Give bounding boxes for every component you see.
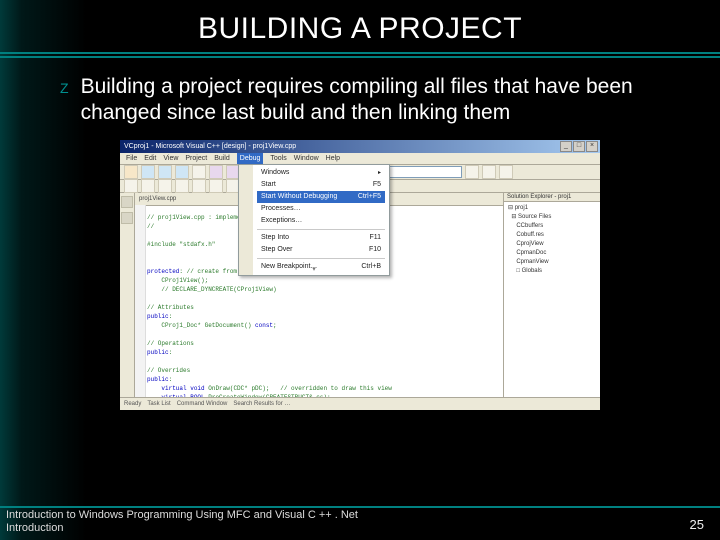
menu-debug[interactable]: Debug: [237, 153, 264, 164]
tool-icon-d[interactable]: [175, 179, 189, 193]
bullet-item: Z Building a project requires compiling …: [60, 74, 660, 127]
menu-separator: [257, 258, 385, 259]
misc-icon-2[interactable]: [482, 165, 496, 179]
menu-project[interactable]: Project: [185, 153, 207, 164]
window-title: VCproj1 - Microsoft Visual C++ [design] …: [124, 143, 296, 150]
menu-item[interactable]: Exceptions…: [257, 215, 385, 227]
status-1: Ready: [124, 401, 141, 407]
misc-icon-3[interactable]: [499, 165, 513, 179]
save-icon[interactable]: [158, 165, 172, 179]
tool-icon-e[interactable]: [192, 179, 206, 193]
footer-line-2: Introduction: [6, 522, 358, 536]
tool-icon-c[interactable]: [158, 179, 172, 193]
tree-node[interactable]: CpmanView: [508, 258, 596, 267]
menu-item[interactable]: Start Without DebuggingCtrl+F5: [257, 191, 385, 203]
editor-gutter: [135, 205, 146, 397]
menu-file[interactable]: File: [126, 153, 137, 164]
menu-edit[interactable]: Edit: [144, 153, 156, 164]
tool-icon-f[interactable]: [209, 179, 223, 193]
menu-build[interactable]: Build: [214, 153, 230, 164]
menu-view[interactable]: View: [163, 153, 178, 164]
find-combo[interactable]: [388, 166, 462, 178]
solution-explorer-title: Solution Explorer - proj1: [504, 193, 600, 202]
solution-explorer[interactable]: Solution Explorer - proj1 ⊟ proj1 ⊟ Sour…: [503, 193, 600, 397]
debug-dropdown-menu[interactable]: WindowsStartF5Start Without DebuggingCtr…: [238, 164, 390, 276]
window-titlebar: VCproj1 - Microsoft Visual C++ [design] …: [120, 140, 600, 153]
footer-line-1: Introduction to Windows Programming Usin…: [6, 509, 358, 523]
page-number: 25: [690, 517, 704, 532]
title-rule-1: [0, 52, 720, 54]
status-2[interactable]: Task List: [147, 401, 170, 407]
slide-title: BUILDING A PROJECT: [0, 0, 720, 46]
close-button[interactable]: ×: [586, 141, 598, 152]
bullet-marker-icon: Z: [60, 80, 69, 96]
menu-item[interactable]: StartF5: [257, 179, 385, 191]
menu-help[interactable]: Help: [326, 153, 340, 164]
tree-node[interactable]: ⊟ proj1: [508, 204, 596, 213]
tree-node[interactable]: CprojView: [508, 240, 596, 249]
open-icon[interactable]: [141, 165, 155, 179]
slide-footer: Introduction to Windows Programming Usin…: [6, 509, 358, 537]
embedded-screenshot: VCproj1 - Microsoft Visual C++ [design] …: [119, 139, 601, 411]
tree-node[interactable]: CpmanDoc: [508, 249, 596, 258]
menu-item[interactable]: Processes…: [257, 203, 385, 215]
maximize-button[interactable]: □: [573, 141, 585, 152]
tree-node[interactable]: Cobuff.res: [508, 231, 596, 240]
status-bar: Ready Task List Command Window Search Re…: [120, 397, 600, 410]
status-3[interactable]: Command Window: [177, 401, 228, 407]
slide-body: Z Building a project requires compiling …: [0, 58, 720, 411]
copy-icon[interactable]: [209, 165, 223, 179]
tool-icon-b[interactable]: [141, 179, 155, 193]
menu-tools[interactable]: Tools: [270, 153, 286, 164]
cut-icon[interactable]: [192, 165, 206, 179]
left-toolbox-bar[interactable]: [120, 193, 135, 397]
solution-tree[interactable]: ⊟ proj1 ⊟ Source Files CCbuffers Cobuff.…: [504, 202, 600, 278]
misc-icon-1[interactable]: [465, 165, 479, 179]
tree-node[interactable]: ⊟ Source Files: [508, 213, 596, 222]
menu-window[interactable]: Window: [294, 153, 319, 164]
toolbox-icon[interactable]: [121, 196, 133, 208]
tree-node[interactable]: CCbuffers: [508, 222, 596, 231]
toolbox-icon[interactable]: [121, 212, 133, 224]
menu-item[interactable]: Windows: [257, 167, 385, 179]
tree-node[interactable]: □ Globals: [508, 267, 596, 276]
save-all-icon[interactable]: [175, 165, 189, 179]
new-project-icon[interactable]: [124, 165, 138, 179]
bullet-text: Building a project requires compiling al…: [81, 74, 660, 127]
tool-icon-a[interactable]: [124, 179, 138, 193]
menu-separator: [257, 229, 385, 230]
minimize-button[interactable]: _: [560, 141, 572, 152]
status-4[interactable]: Search Results for …: [233, 401, 290, 407]
menu-item[interactable]: Step OverF10: [257, 244, 385, 256]
menu-item[interactable]: Step IntoF11: [257, 232, 385, 244]
menu-expand-chevron-icon[interactable]: ▾: [239, 265, 389, 273]
